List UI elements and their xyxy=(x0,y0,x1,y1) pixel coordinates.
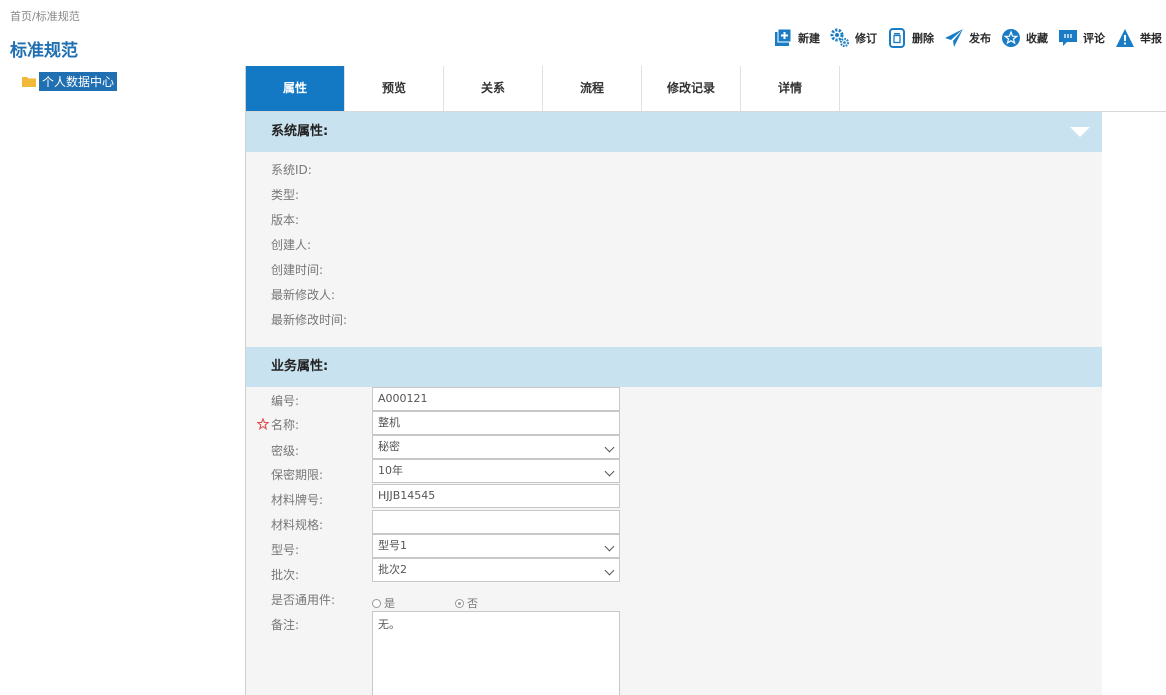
breadcrumb-current: 标准规范 xyxy=(35,10,80,23)
toolbar: 新建 修订 删除 发布 收藏 评论 举报 xyxy=(763,26,1162,50)
remark-textarea[interactable]: 无。 xyxy=(372,611,620,695)
name-input[interactable]: 整机 xyxy=(372,411,620,435)
generic-part-no-radio[interactable]: 否 xyxy=(455,595,478,611)
report-button-label: 举报 xyxy=(1140,32,1162,45)
batch-label: 批次: xyxy=(271,568,300,582)
tab-bar: 属性 预览 关系 流程 修改记录 详情 xyxy=(246,66,1166,112)
model-select[interactable]: 型号1 xyxy=(372,534,620,558)
favorite-button-label: 收藏 xyxy=(1026,32,1048,45)
tab-properties[interactable]: 属性 xyxy=(246,66,345,111)
breadcrumb: 首页 / 标准规范 xyxy=(10,8,80,24)
material-grade-input[interactable]: HJJB14545 xyxy=(372,484,620,508)
tab-preview[interactable]: 预览 xyxy=(345,66,444,111)
gears-icon xyxy=(830,28,850,48)
new-button-label: 新建 xyxy=(798,32,820,45)
field-type: 类型: xyxy=(271,188,300,202)
code-label: 编号: xyxy=(271,394,300,408)
field-creator: 创建人: xyxy=(271,238,312,252)
field-last-modifier: 最新修改人: xyxy=(271,288,336,302)
secret-level-select[interactable]: 秘密 xyxy=(372,435,620,459)
page-title: 标准规范 xyxy=(10,41,78,61)
publish-button[interactable]: 发布 xyxy=(944,28,991,48)
chevron-down-icon xyxy=(604,442,615,453)
secret-period-label: 保密期限: xyxy=(271,468,324,482)
field-system-id: 系统ID: xyxy=(271,163,312,177)
radio-circle-icon xyxy=(372,598,381,608)
breadcrumb-home[interactable]: 首页 xyxy=(10,8,32,24)
warning-icon xyxy=(1116,29,1134,47)
comment-button[interactable]: 评论 xyxy=(1058,28,1105,48)
generic-part-yes-radio[interactable]: 是 xyxy=(372,595,395,611)
collapse-icon[interactable] xyxy=(1070,127,1090,137)
revise-button-label: 修订 xyxy=(855,32,877,45)
publish-button-label: 发布 xyxy=(969,32,991,45)
business-section-title: 业务属性: xyxy=(271,359,329,374)
model-label: 型号: xyxy=(271,543,300,557)
business-form: 编号: A000121 名称: 整机 密级: 秘密 保密期限: 10年 材料牌号… xyxy=(246,387,1102,695)
chevron-down-icon xyxy=(604,466,615,477)
tab-change-log[interactable]: 修改记录 xyxy=(642,66,741,111)
tab-relations[interactable]: 关系 xyxy=(444,66,543,111)
tree-node-label: 个人数据中心 xyxy=(39,72,118,91)
field-version: 版本: xyxy=(271,213,300,227)
delete-button-label: 删除 xyxy=(912,32,934,45)
code-input[interactable]: A000121 xyxy=(372,387,620,411)
tree-node-root[interactable]: 个人数据中心 xyxy=(22,72,118,91)
revise-button[interactable]: 修订 xyxy=(830,28,877,48)
report-button[interactable]: 举报 xyxy=(1115,28,1162,48)
secret-period-select[interactable]: 10年 xyxy=(372,459,620,483)
remark-label: 备注: xyxy=(271,618,300,632)
favorite-button[interactable]: 收藏 xyxy=(1001,28,1048,48)
model-value: 型号1 xyxy=(378,539,407,552)
batch-value: 批次2 xyxy=(378,563,407,576)
business-section-header: 业务属性: xyxy=(246,347,1102,387)
chevron-down-icon xyxy=(604,565,615,576)
properties-panel: 系统属性: 系统ID: 类型: 版本: 创建人: 创建时间: 最新修改人: 最新… xyxy=(246,112,1102,695)
secret-level-label: 密级: xyxy=(271,444,300,458)
tab-details[interactable]: 详情 xyxy=(741,66,840,111)
new-button[interactable]: 新建 xyxy=(773,28,820,48)
secret-period-value: 10年 xyxy=(378,464,403,477)
system-section-title: 系统属性: xyxy=(271,124,329,139)
material-spec-label: 材料规格: xyxy=(271,518,324,532)
generic-part-no-label: 否 xyxy=(467,597,478,610)
system-field-list: 系统ID: 类型: 版本: 创建人: 创建时间: 最新修改人: 最新修改时间: xyxy=(246,152,1102,341)
generic-part-label: 是否通用件: xyxy=(271,593,336,607)
generic-part-yes-label: 是 xyxy=(384,597,395,610)
batch-select[interactable]: 批次2 xyxy=(372,558,620,582)
name-label: 名称: xyxy=(271,418,300,432)
chevron-down-icon xyxy=(604,541,615,552)
paper-plane-icon xyxy=(945,29,963,47)
field-last-modified-time: 最新修改时间: xyxy=(271,313,348,327)
field-created-time: 创建时间: xyxy=(271,263,324,277)
radio-checked-icon xyxy=(455,598,464,608)
delete-button[interactable]: 删除 xyxy=(887,28,934,48)
add-icon xyxy=(775,28,792,46)
material-grade-label: 材料牌号: xyxy=(271,493,324,507)
system-section-header: 系统属性: xyxy=(246,112,1102,152)
folder-icon xyxy=(22,77,36,87)
required-star-icon xyxy=(257,418,269,430)
comment-icon xyxy=(1059,30,1077,46)
material-spec-input[interactable] xyxy=(372,510,620,534)
comment-button-label: 评论 xyxy=(1083,32,1105,45)
secret-level-value: 秘密 xyxy=(378,440,400,453)
star-icon xyxy=(1002,29,1020,47)
tab-workflow[interactable]: 流程 xyxy=(543,66,642,111)
trash-icon xyxy=(889,28,905,48)
